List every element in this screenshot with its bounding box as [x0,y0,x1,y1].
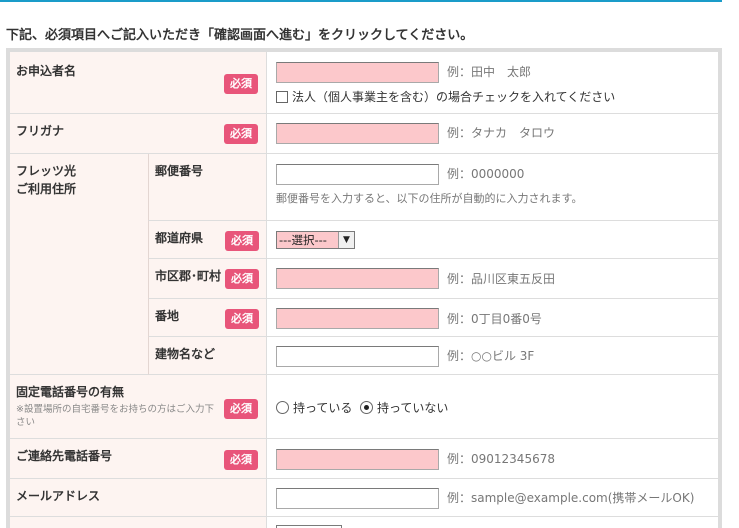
application-form: お申込者名 必須 例：田中 太郎 法人（個人事業主を含む）の場合チェックを入れて… [6,48,722,528]
city-example: 例：品川区東五反田 [447,272,556,286]
contact-phone-example: 例：09012345678 [447,452,555,466]
required-badge: 必須 [224,124,258,144]
furigana-input-cell: 例：タナカ タロウ [266,114,718,154]
street-label: 番地 [155,309,180,323]
corporate-checkbox-label[interactable]: 法人（個人事業主を含む）の場合チェックを入れてください [292,90,615,104]
email-input[interactable] [276,488,439,509]
corporate-checkbox[interactable] [276,91,288,103]
postal-code-example: 例：0000000 [447,167,525,181]
city-label: 市区郡･町村 [155,269,222,283]
landline-label: 固定電話番号の有無 [16,385,125,399]
email-label-cell: メールアドレス [10,479,266,517]
landline-label-cell: 固定電話番号の有無 ※設置場所の自宅番号をお持ちの方はご入力下さい 必須 [10,375,266,439]
street-input[interactable] [276,308,439,329]
contact-phone-input-cell: 例：09012345678 [266,439,718,479]
required-badge: 必須 [225,231,259,251]
building-input[interactable] [276,346,439,367]
form-table: お申込者名 必須 例：田中 太郎 法人（個人事業主を含む）の場合チェックを入れて… [10,52,718,528]
address-group-label-line2: ご利用住所 [16,182,77,196]
building-input-cell: 例：○○ビル 3F [266,337,718,375]
prefecture-selected-value: ---選択--- [279,233,327,247]
postal-code-input-cell: 例：0000000 郵便番号を入力すると、以下の住所が自動的に入力されます。 [266,154,718,221]
city-input[interactable] [276,268,439,289]
building-label-cell: 建物名など [148,337,266,375]
next-row-input-cell [266,517,718,528]
furigana-example: 例：タナカ タロウ [447,126,556,140]
building-example: 例：○○ビル 3F [447,349,535,363]
next-row-label-cell [10,517,266,528]
contact-phone-input[interactable] [276,449,439,470]
contact-phone-label-cell: ご連絡先電話番号 必須 [10,439,266,479]
street-example: 例：0丁目0番0号 [447,312,542,326]
header-divider [0,0,722,2]
prefecture-label-cell: 都道府県 必須 [148,221,266,259]
postal-code-help: 郵便番号を入力すると、以下の住所が自動的に入力されます。 [276,192,583,205]
prefecture-label: 都道府県 [155,231,204,245]
required-badge: 必須 [225,309,259,329]
furigana-label: フリガナ [16,124,65,138]
furigana-input[interactable] [276,123,439,144]
required-badge: 必須 [224,399,258,419]
applicant-name-example: 例：田中 太郎 [447,65,532,79]
city-input-cell: 例：品川区東五反田 [266,259,718,299]
applicant-name-input-cell: 例：田中 太郎 法人（個人事業主を含む）の場合チェックを入れてください [266,52,718,114]
required-badge: 必須 [224,74,258,94]
postal-code-label: 郵便番号 [155,164,204,178]
prefecture-input-cell: ---選択--- ▼ [266,221,718,259]
landline-have-label[interactable]: 持っている [293,401,352,415]
address-group-label-cell: フレッツ光 ご利用住所 [10,154,148,375]
postal-code-label-cell: 郵便番号 [148,154,266,221]
landline-note: ※設置場所の自宅番号をお持ちの方はご入力下さい [16,404,214,428]
furigana-label-cell: フリガナ 必須 [10,114,266,154]
contact-phone-label: ご連絡先電話番号 [16,449,113,463]
street-input-cell: 例：0丁目0番0号 [266,299,718,337]
email-example: 例：sample@example.com(携帯メールOK) [447,491,695,505]
applicant-name-label-cell: お申込者名 必須 [10,52,266,114]
prefecture-select[interactable]: ---選択--- ▼ [276,231,355,249]
building-label: 建物名など [155,347,216,361]
landline-not-have-label[interactable]: 持っていない [377,401,448,415]
address-group-label-line1: フレッツ光 [16,164,77,178]
applicant-name-input[interactable] [276,62,439,83]
landline-not-have-radio[interactable] [360,401,373,414]
chevron-down-icon[interactable]: ▼ [338,232,354,248]
form-instruction: 下記、必須項目へご記入いただき「確認画面へ進む」をクリックしてください。 [6,28,474,43]
landline-have-radio[interactable] [276,401,289,414]
street-label-cell: 番地 必須 [148,299,266,337]
landline-input-cell: 持っている 持っていない [266,375,718,439]
email-label: メールアドレス [16,489,101,503]
required-badge: 必須 [225,269,259,289]
required-badge: 必須 [224,450,258,470]
applicant-name-label: お申込者名 [16,64,77,78]
city-label-cell: 市区郡･町村 必須 [148,259,266,299]
email-input-cell: 例：sample@example.com(携帯メールOK) [266,479,718,517]
postal-code-input[interactable] [276,164,439,185]
